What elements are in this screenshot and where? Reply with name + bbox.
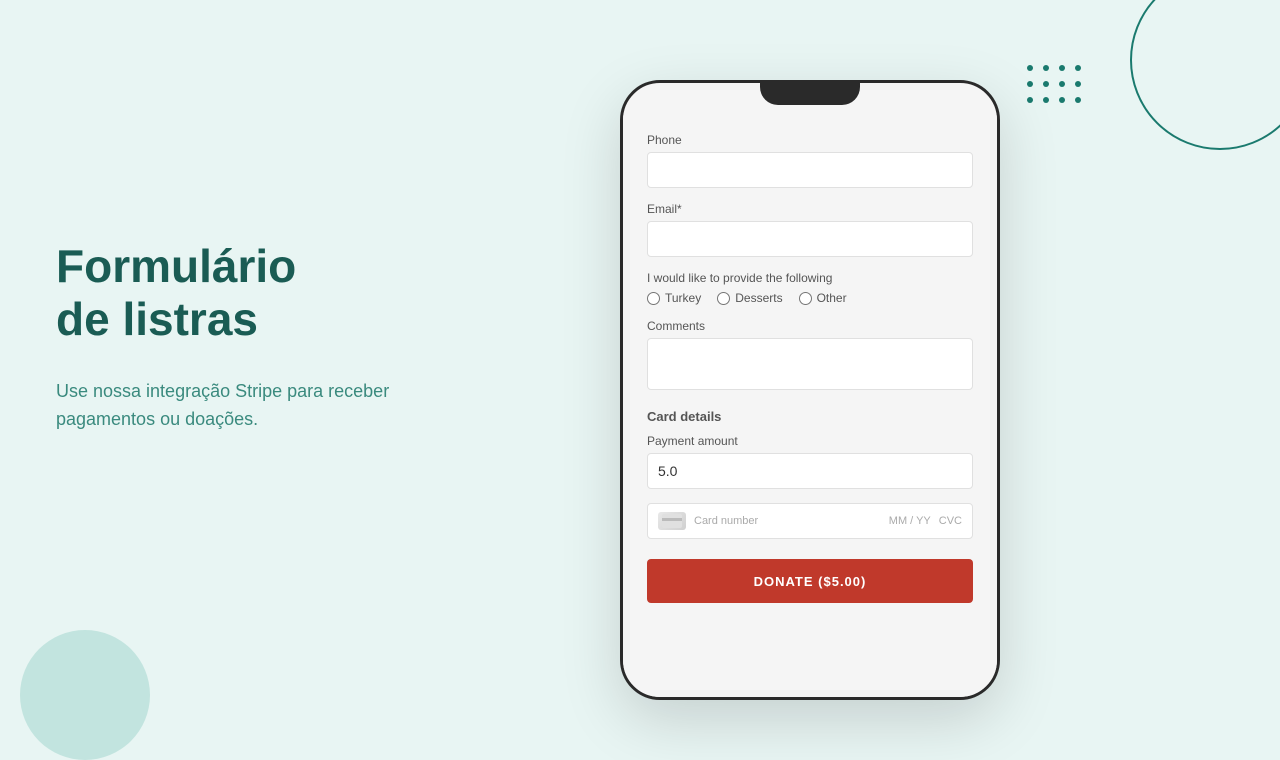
radio-turkey-input[interactable]: [647, 292, 660, 305]
form-content: Phone Email* I would like to provide the…: [623, 113, 997, 697]
left-content: Formulário de listras Use nossa integraç…: [56, 240, 456, 434]
email-input[interactable]: [647, 221, 973, 257]
phone-group: Phone: [647, 133, 973, 188]
card-cvc-placeholder: CVC: [939, 515, 962, 527]
provide-label: I would like to provide the following: [647, 271, 973, 285]
comments-input[interactable]: [647, 338, 973, 390]
dot: [1059, 81, 1065, 87]
dot: [1043, 81, 1049, 87]
radio-other-label: Other: [817, 291, 847, 305]
phone-mockup: Phone Email* I would like to provide the…: [620, 80, 1000, 700]
radio-desserts-input[interactable]: [717, 292, 730, 305]
payment-amount-input[interactable]: [647, 453, 973, 489]
main-title: Formulário de listras: [56, 240, 456, 346]
comments-group: Comments: [647, 319, 973, 395]
dot: [1075, 97, 1081, 103]
dot: [1075, 81, 1081, 87]
phone-input[interactable]: [647, 152, 973, 188]
deco-circle-top-right: [1130, 0, 1280, 150]
radio-group: Turkey Desserts Other: [647, 291, 973, 305]
dot: [1059, 65, 1065, 71]
comments-label: Comments: [647, 319, 973, 333]
dot: [1043, 65, 1049, 71]
radio-desserts-label: Desserts: [735, 291, 782, 305]
card-icon: [658, 512, 686, 530]
card-details-label: Card details: [647, 409, 973, 424]
phone-label: Phone: [647, 133, 973, 147]
radio-desserts[interactable]: Desserts: [717, 291, 782, 305]
radio-turkey-label: Turkey: [665, 291, 701, 305]
payment-amount-label: Payment amount: [647, 434, 973, 448]
dot: [1043, 97, 1049, 103]
dot: [1059, 97, 1065, 103]
radio-other[interactable]: Other: [799, 291, 847, 305]
email-group: Email*: [647, 202, 973, 257]
card-number-placeholder: Card number: [694, 515, 881, 527]
deco-dots: [1027, 65, 1085, 107]
dot: [1027, 65, 1033, 71]
deco-circle-bottom-left: [20, 630, 150, 760]
provide-group: I would like to provide the following Tu…: [647, 271, 973, 305]
phone-notch: [760, 83, 860, 105]
donate-button[interactable]: DONATE ($5.00): [647, 559, 973, 603]
dot: [1075, 65, 1081, 71]
dot: [1027, 81, 1033, 87]
dot: [1027, 97, 1033, 103]
email-label: Email*: [647, 202, 973, 216]
radio-turkey[interactable]: Turkey: [647, 291, 701, 305]
radio-other-input[interactable]: [799, 292, 812, 305]
card-details-section: Card details Payment amount Card number …: [647, 409, 973, 539]
subtitle: Use nossa integração Stripe para receber…: [56, 378, 456, 434]
card-input-row[interactable]: Card number MM / YY CVC: [647, 503, 973, 539]
card-date-cvc: MM / YY CVC: [889, 515, 962, 527]
payment-amount-group: Payment amount: [647, 434, 973, 489]
card-date-placeholder: MM / YY: [889, 515, 931, 527]
